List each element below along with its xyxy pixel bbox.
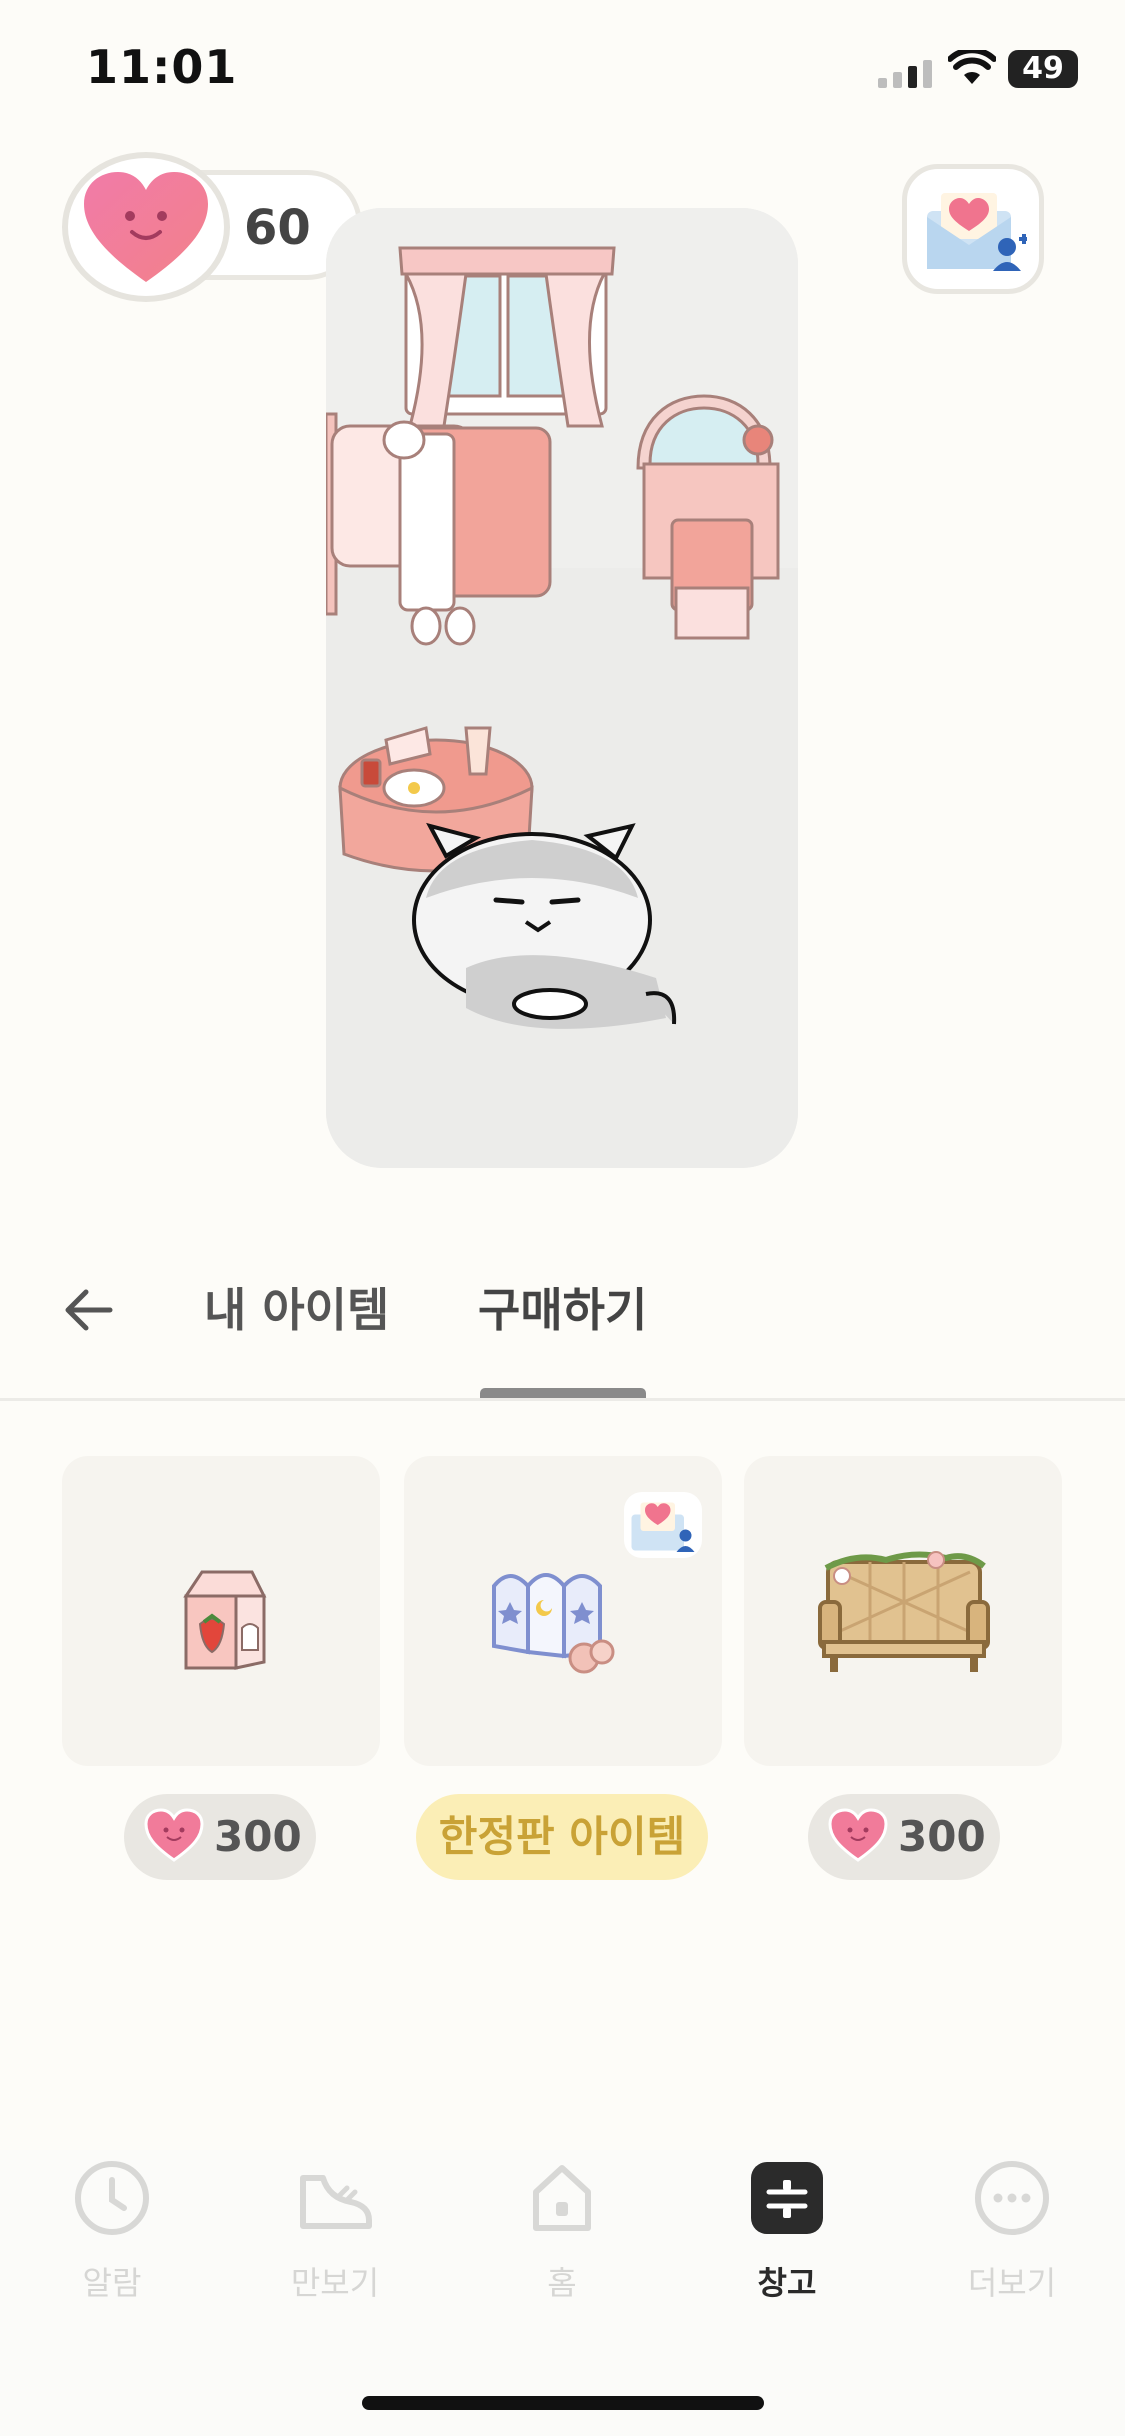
price-tag: 300 — [808, 1794, 1000, 1880]
strawberry-milk-icon — [183, 1570, 267, 1670]
storage-icon — [751, 2162, 823, 2234]
nav-label: 창고 — [757, 2264, 817, 2302]
nav-item-more[interactable]: 더보기 — [927, 2158, 1097, 2304]
status-time: 11:01 — [86, 40, 238, 94]
invite-friend-button[interactable] — [902, 164, 1044, 294]
wifi-icon — [948, 50, 996, 84]
heart-icon — [144, 1808, 204, 1862]
back-arrow-icon[interactable] — [58, 1280, 118, 1340]
room-illustration — [326, 208, 798, 1168]
item-card-wicker-bench[interactable] — [744, 1456, 1062, 1766]
sneaker-icon — [300, 2175, 372, 2229]
nav-label: 홈 — [547, 2264, 577, 2302]
nav-label: 만보기 — [290, 2264, 380, 2302]
house-icon — [533, 2165, 591, 2231]
nav-item-pedometer[interactable]: 만보기 — [250, 2158, 420, 2304]
more-icon — [975, 2161, 1049, 2235]
window-icon — [398, 246, 616, 428]
item-card-folding-screen[interactable] — [404, 1456, 722, 1766]
signal-icon — [878, 60, 932, 88]
heart-icon — [828, 1808, 888, 1862]
nav-item-alarm[interactable]: 알람 — [27, 2158, 197, 2304]
clock-icon — [75, 2161, 149, 2235]
folding-screen-icon — [492, 1573, 615, 1674]
mail-invite-icon — [624, 1492, 702, 1558]
tab-indicator — [480, 1388, 646, 1398]
nav-label: 더보기 — [967, 2264, 1057, 2302]
price-value: 300 — [898, 1812, 986, 1861]
nav-item-storage[interactable]: 창고 — [702, 2158, 872, 2304]
divider — [0, 1398, 1125, 1401]
item-card-strawberry-milk[interactable] — [62, 1456, 380, 1766]
wicker-bench-icon — [818, 1551, 990, 1672]
battery-indicator: 49 — [1008, 50, 1078, 88]
home-indicator — [362, 2396, 764, 2410]
tab-my-items[interactable]: 내 아이템 — [204, 1274, 389, 1340]
price-tag: 300 — [124, 1794, 316, 1880]
room-preview — [326, 208, 798, 1168]
nav-label: 알람 — [82, 2264, 142, 2302]
price-value: 300 — [214, 1812, 302, 1861]
nav-item-home[interactable]: 홈 — [477, 2158, 647, 2304]
limited-edition-badge: 한정판 아이템 — [416, 1794, 708, 1880]
mail-invite-icon — [927, 193, 1027, 271]
tab-buy[interactable]: 구매하기 — [478, 1274, 647, 1340]
heart-count: 60 — [244, 200, 311, 256]
heart-icon — [84, 172, 208, 282]
